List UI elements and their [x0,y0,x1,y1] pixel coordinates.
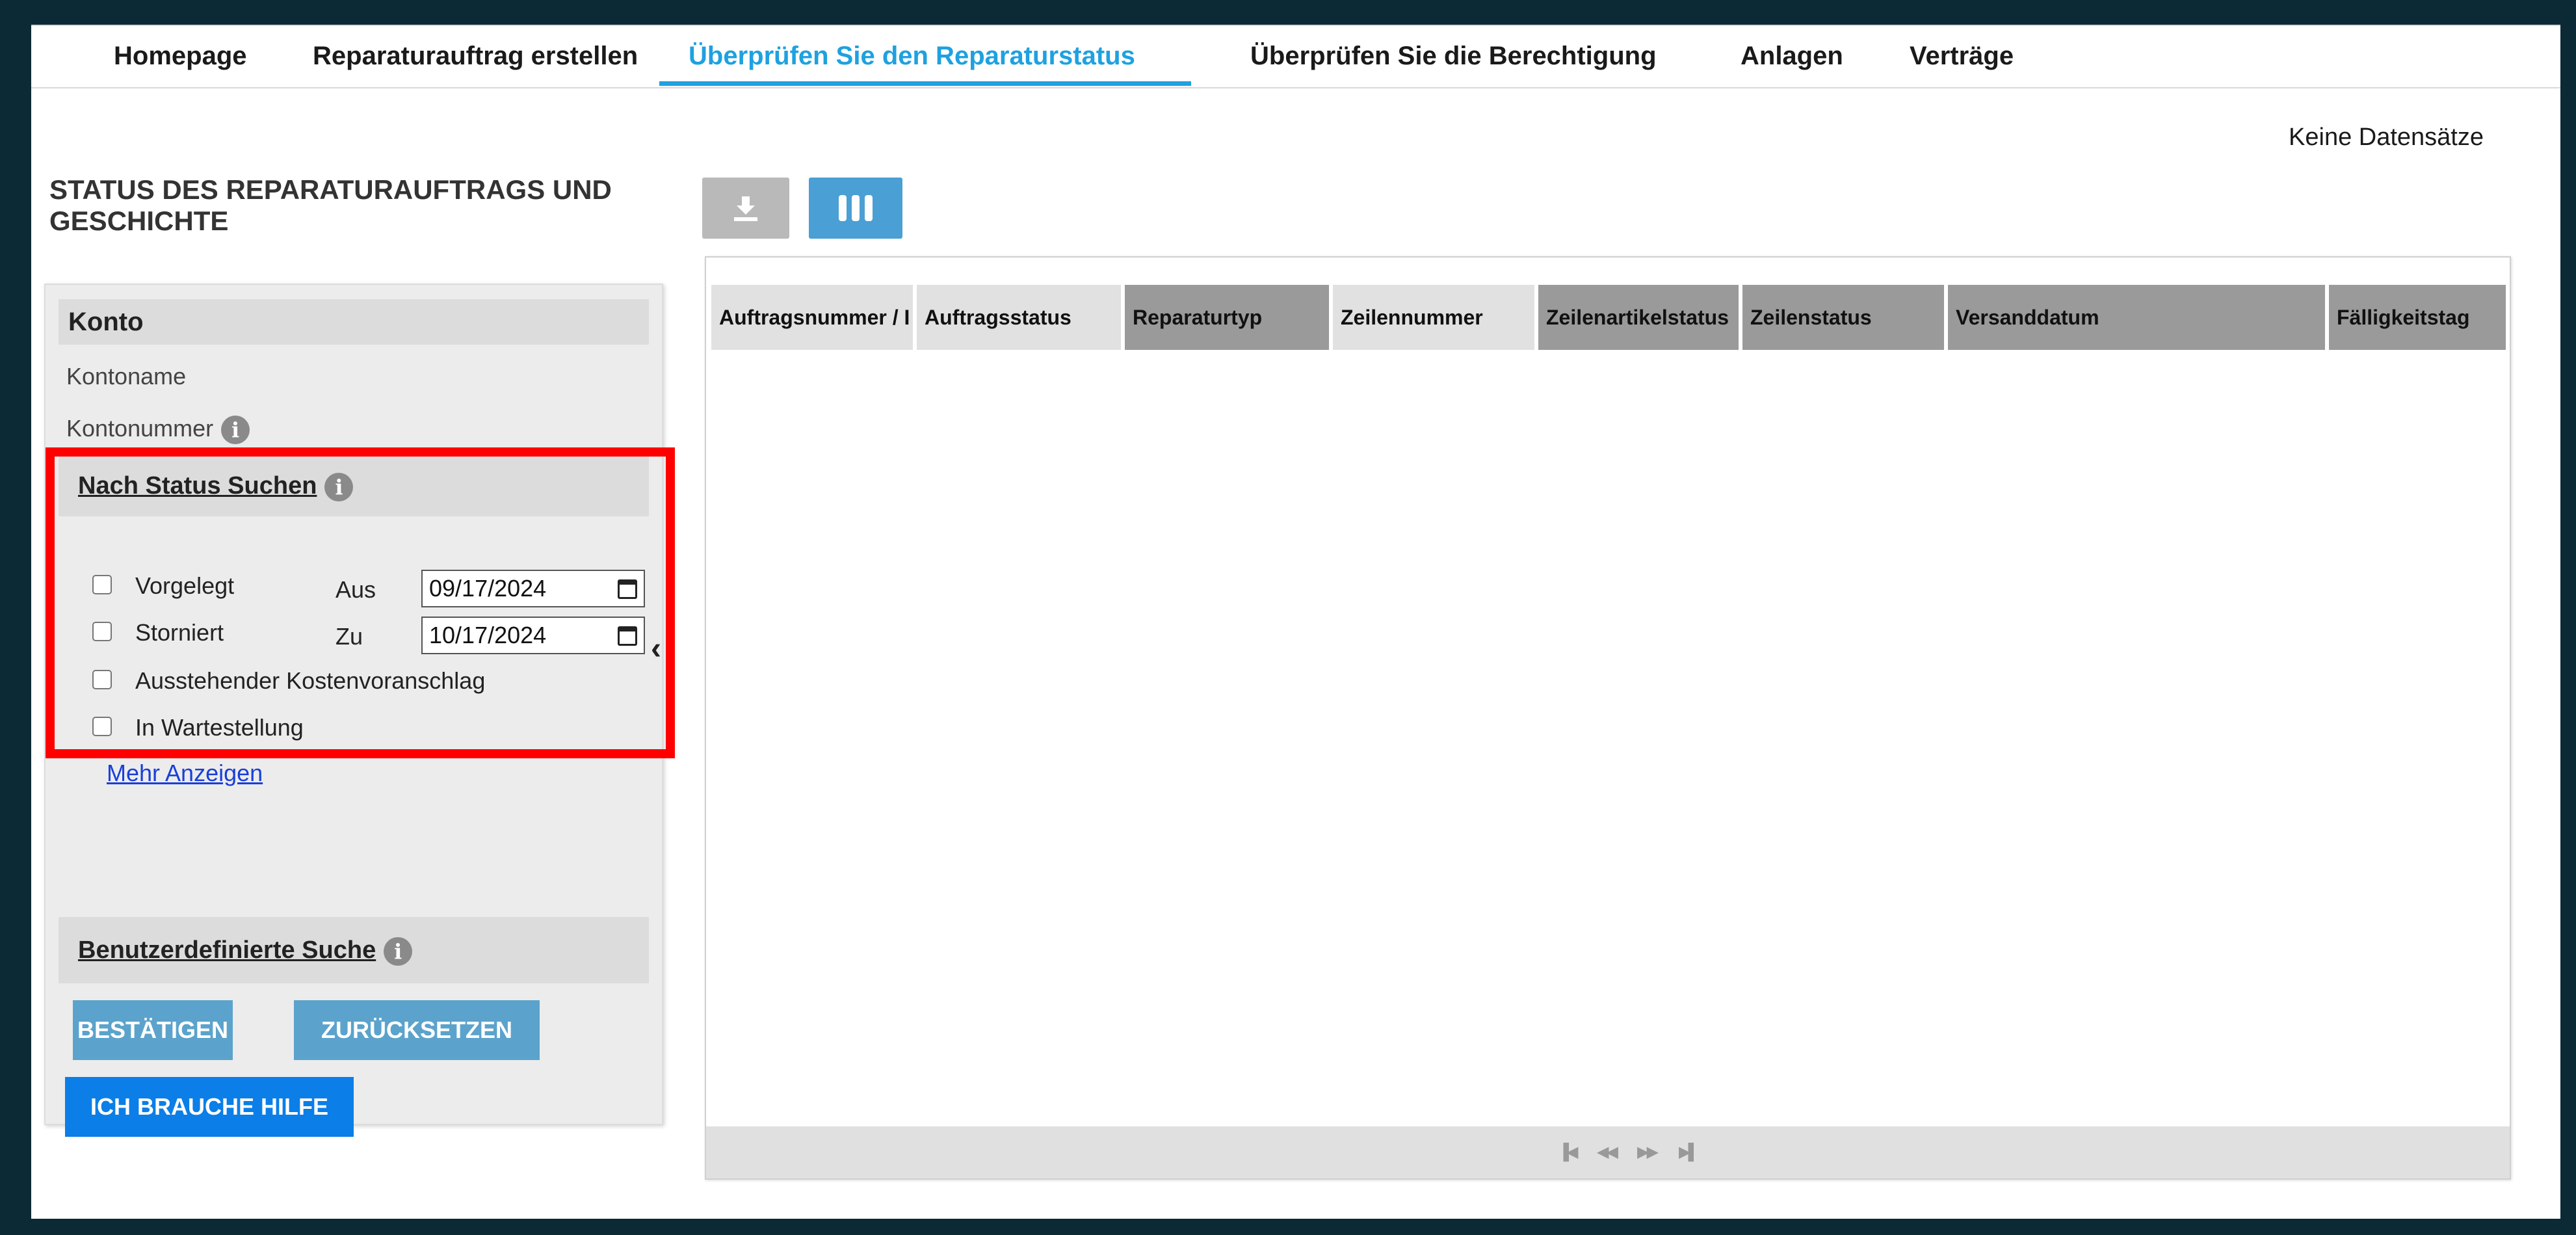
custom-search-label[interactable]: Benutzerdefinierte Suche [78,936,376,964]
info-icon[interactable]: i [324,472,354,501]
checkbox[interactable] [92,717,112,736]
grid-pager: ▐◀ ◀◀ ▶▶ ▶▌ [706,1126,2510,1178]
status-search-label[interactable]: Nach Status Suchen [78,472,317,499]
last-page-icon[interactable]: ▶▌ [1679,1126,1700,1178]
column-header[interactable]: Reparaturtyp [1125,285,1333,350]
info-icon[interactable]: i [221,416,250,445]
column-header[interactable]: Zeilennummer [1333,285,1538,350]
calendar-icon[interactable] [618,579,637,599]
tab-contracts[interactable]: Verträge [1880,26,2043,86]
from-date-label: Aus [335,576,376,603]
results-grid: Auftragsnummer / I Auftragsstatus Repara… [705,256,2511,1180]
prev-page-icon[interactable]: ◀◀ [1597,1126,1618,1178]
checkbox-label: In Wartestellung [135,714,304,741]
column-header[interactable]: Fälligkeitstag [2329,285,2506,350]
account-heading: Konto [59,299,649,345]
info-icon[interactable]: i [384,936,413,966]
to-date-label: Zu [335,623,363,650]
checkbox-label: Storniert [135,619,224,646]
page-title: STATUS DES REPARATURAUFTRAGS UND GESCHIC… [49,174,612,236]
columns-icon [839,195,873,221]
tab-create-repair-order[interactable]: Reparaturauftrag erstellen [283,26,667,86]
tab-check-repair-status[interactable]: Überprüfen Sie den Reparaturstatus [659,26,1191,86]
status-search-heading[interactable]: Nach Status Suchen i [59,455,649,516]
top-navigation: Homepage Reparaturauftrag erstellen Über… [31,25,2560,88]
account-number-label: Kontonummer [66,415,214,442]
filter-panel: Konto Kontoname Kontonummer i Nach Status… [44,284,663,1137]
first-page-icon[interactable]: ▐◀ [1558,1126,1579,1178]
grid-header: Auftragsnummer / I Auftragsstatus Repara… [711,285,2506,350]
account-number-row: Kontonummer i [66,415,250,445]
checkbox-label: Vorgelegt [135,572,235,599]
checkbox[interactable] [92,575,112,594]
show-more-link[interactable]: Mehr Anzeigen [107,760,263,787]
from-date-input[interactable]: 09/17/2024 [421,570,645,607]
checkbox[interactable] [92,670,112,689]
checkbox[interactable] [92,622,112,641]
download-button[interactable] [702,178,789,239]
page: Homepage Reparaturauftrag erstellen Über… [31,25,2560,1219]
custom-search-heading[interactable]: Benutzerdefinierte Suche i [59,917,649,983]
checkbox-label: Ausstehender Kostenvoranschlag [135,667,486,694]
download-icon [734,196,757,221]
account-name-label: Kontoname [66,363,187,390]
calendar-icon[interactable] [618,626,637,646]
no-records-label: Keine Datensätze [2289,124,2484,151]
tab-homepage[interactable]: Homepage [85,26,276,86]
column-header[interactable]: Zeilenstatus [1742,285,1948,350]
next-page-icon[interactable]: ▶▶ [1637,1126,1659,1178]
columns-button[interactable] [809,178,902,239]
column-header[interactable]: Versanddatum [1948,285,2329,350]
reset-button[interactable]: ZURÜCKSETZEN [294,1000,540,1060]
confirm-button[interactable]: BESTÄTIGEN [73,1000,233,1060]
to-date-value: 10/17/2024 [429,622,547,648]
column-header[interactable]: Auftragsnummer / I [711,285,917,350]
help-button[interactable]: ICH BRAUCHE HILFE [65,1077,354,1137]
to-date-input[interactable]: 10/17/2024 [421,617,645,654]
tab-check-eligibility[interactable]: Überprüfen Sie die Berechtigung [1221,26,1686,86]
tab-assets[interactable]: Anlagen [1711,26,1873,86]
from-date-value: 09/17/2024 [429,575,547,602]
column-header[interactable]: Auftragsstatus [917,285,1125,350]
column-header[interactable]: Zeilenartikelstatus [1538,285,1742,350]
collapse-panel-chevron-icon[interactable]: ‹ [642,630,670,669]
